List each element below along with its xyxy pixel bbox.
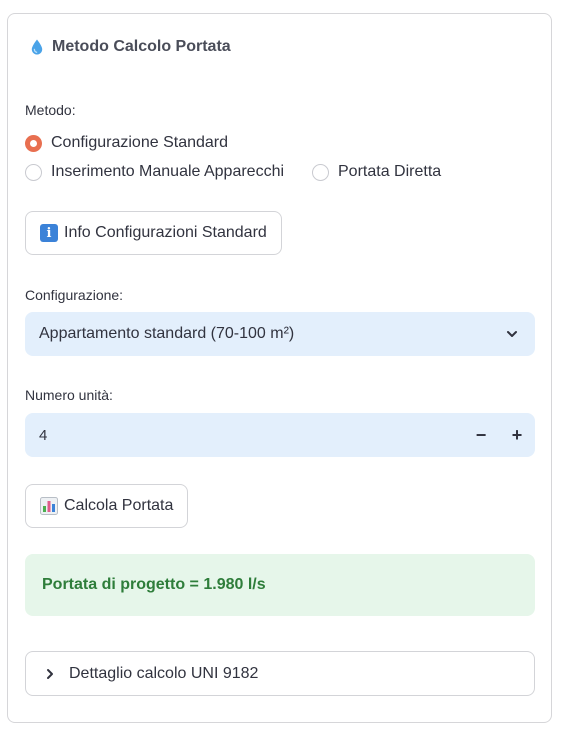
radio-button[interactable] [25,163,42,181]
radio-configurazione-standard[interactable]: Configurazione Standard [25,134,228,152]
method-label: Metodo: [25,102,76,118]
radio-label: Inserimento Manuale Apparecchi [51,163,285,180]
select-value: Appartamento standard (70-100 m²) [39,325,295,342]
radio-inserimento-manuale[interactable]: Inserimento Manuale Apparecchi [25,163,284,181]
expander-label: Dettaglio calcolo UNI 9182 [69,664,259,682]
radio-button[interactable] [312,163,329,181]
increment-button[interactable]: + [499,413,535,457]
calculation-panel [7,13,552,723]
radio-button-checked[interactable] [25,134,42,152]
bar-chart-icon [40,497,58,515]
units-value[interactable]: 4 [39,427,463,444]
result-text: Portata di progetto = 1.980 l/s [42,576,266,593]
radio-label: Configurazione Standard [51,134,229,151]
configuration-select[interactable]: Appartamento standard (70-100 m²) [25,312,535,356]
button-label: Info Configurazioni Standard [64,224,267,241]
radio-portata-diretta[interactable]: Portata Diretta [312,163,441,181]
water-drop-icon [31,39,43,55]
button-label: Calcola Portata [64,497,174,514]
calculate-flow-button[interactable]: Calcola Portata [25,484,189,528]
radio-label: Portata Diretta [338,163,442,180]
panel-title: Metodo Calcolo Portata [52,38,231,55]
configuration-label: Configurazione: [25,287,124,303]
decrement-button[interactable]: − [463,413,499,457]
chevron-right-icon [47,668,53,679]
calculation-detail-expander[interactable]: Dettaglio calcolo UNI 9182 [25,651,535,696]
result-success-alert: Portata di progetto = 1.980 l/s [25,554,535,616]
panel-header: Metodo Calcolo Portata [28,38,231,56]
units-number-input[interactable]: 4 − + [25,413,535,457]
units-label: Numero unità: [25,387,113,403]
quantity-stepper: − + [463,413,535,457]
chevron-down-icon [507,331,517,337]
info-configurations-button[interactable]: i Info Configurazioni Standard [25,211,282,255]
info-icon: i [40,224,58,242]
